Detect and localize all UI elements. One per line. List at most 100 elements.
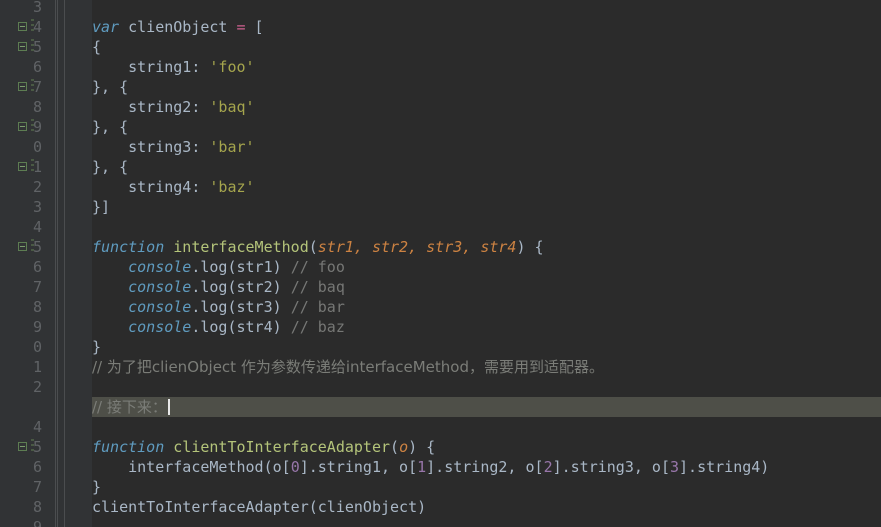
code-comment-chinese-current: // 接下来： [92,397,170,417]
code-text: }, { [92,118,129,136]
token-index-sep-3: ].string3, o[ [552,458,670,476]
editor-line[interactable]: 3 }] [0,197,881,217]
fold-marker-icon[interactable] [18,442,27,451]
token-method-log-call: .log(str1) [191,258,291,276]
editor-line[interactable]: 8 console.log(str3) // bar [0,297,881,317]
line-number: 8 [32,498,42,516]
fold-marker-icon[interactable] [18,162,27,171]
editor-line[interactable]: 1 }, { [0,157,881,177]
editor-line[interactable]: 9 }, { [0,117,881,137]
token-comment: // baq [290,278,345,296]
token-string-bar: 'bar' [209,138,255,156]
token-index-sep-2: ].string2, o[ [426,458,544,476]
line-number: 0 [32,338,42,356]
fold-marker-icon[interactable] [18,122,27,131]
gutter-separator-line-secondary [57,0,58,527]
fold-marker-icon[interactable] [18,22,27,31]
editor-line[interactable]: 2 string4: 'baz' [0,177,881,197]
token-function-name-clientToInterfaceAdapter: clientToInterfaceAdapter [164,438,391,456]
token-method-log-call: .log(str4) [191,318,291,336]
line-number: 6 [32,458,42,476]
code-text: string3: 'bar' [92,137,255,157]
line-number: 6 [32,58,42,76]
line-number: 1 [32,358,42,376]
token-paren-close-brace: ) { [408,438,436,456]
code-text: }, { [92,78,129,96]
code-text: string1: 'foo' [92,57,254,77]
code-text: }] [92,198,111,216]
code-text: string2: 'baq' [92,97,255,117]
token-operator-equals: = [236,18,246,36]
editor-line[interactable]: 0 string3: 'bar' [0,137,881,157]
line-number: 3 [32,198,42,216]
token-parameter-o: o [399,438,409,456]
token-call-interfaceMethod: interfaceMethod(o[ [92,458,291,476]
token-paren-open: ( [390,438,400,456]
code-text: console.log(str2) // baq [92,277,345,297]
editor-line[interactable]: 7 } [0,477,881,497]
editor-line[interactable]: 1 // 为了把clienObject 作为参数传递给interfaceMeth… [0,357,881,377]
code-comment-chinese: // 为了把clienObject 作为参数传递给interfaceMethod… [92,358,604,376]
code-text: console.log(str3) // bar [92,297,345,317]
editor-line[interactable]: 0 } [0,337,881,357]
line-number: 2 [32,178,42,196]
editor-line[interactable]: 9 console.log(str4) // baz [0,317,881,337]
editor-line[interactable]: 2 [0,377,881,397]
gutter-separator-line [55,0,56,527]
editor-line[interactable]: 5 function interfaceMethod(str1, str2, s… [0,237,881,257]
fold-dots-icon [31,79,34,95]
token-property-string3: string3: [92,138,210,156]
code-text: interfaceMethod(o[0].string1, o[1].strin… [92,457,769,477]
code-text: { [92,38,102,56]
token-object-console: console [128,318,192,336]
token-property-string1: string1: [92,58,210,76]
code-text: clientToInterfaceAdapter(clienObject) [92,498,427,516]
editor-line[interactable]: 4 [0,217,881,237]
editor-line[interactable]: 7 }, { [0,77,881,97]
code-text: string4: 'baz' [92,177,254,197]
token-keyword-function: function [92,438,165,456]
code-text: } [92,478,102,496]
token-index-sep-1: ].string1, o[ [299,458,418,476]
editor-line[interactable]: 7 console.log(str2) // baq [0,277,881,297]
code-editor[interactable]: 3 4 var clienObject = [ 5 { 6 string1: '… [0,0,881,527]
editor-line-current[interactable]: 3 // 接下来： [0,397,881,417]
token-paren-open: ( [308,238,318,256]
code-text: var clienObject = [ [92,17,264,37]
token-identifier-clienObject: clienObject [119,18,237,36]
editor-line[interactable]: 5 function clientToInterfaceAdapter(o) { [0,437,881,457]
fold-dots-icon [31,439,34,455]
fold-marker-icon[interactable] [18,242,27,251]
line-number: 0 [32,138,42,156]
editor-line[interactable]: 8 string2: 'baq' [0,97,881,117]
editor-line[interactable]: 9 [0,517,881,527]
editor-line[interactable]: 8 clientToInterfaceAdapter(clienObject) [0,497,881,517]
editor-line[interactable]: 3 [0,0,881,17]
fold-marker-icon[interactable] [18,42,27,51]
token-keyword-function: function [92,238,165,256]
token-number-2: 2 [543,458,553,476]
token-object-console: console [128,298,192,316]
line-number: 3 [32,0,42,16]
fold-marker-icon[interactable] [18,82,27,91]
text-caret [167,399,170,415]
editor-line[interactable]: 5 { [0,37,881,57]
fold-dots-icon [31,19,34,35]
editor-line[interactable]: 4 [0,417,881,437]
code-text: } [92,338,102,356]
fold-rail-edge-line [64,0,65,527]
fold-dots-icon [31,119,34,135]
editor-line[interactable]: 6 string1: 'foo' [0,57,881,77]
editor-line[interactable]: 6 interfaceMethod(o[0].string1, o[1].str… [0,457,881,477]
line-number: 4 [32,218,42,236]
code-text: console.log(str1) // foo [92,257,345,277]
editor-line[interactable]: 4 var clienObject = [ [0,17,881,37]
code-text: console.log(str4) // baz [92,317,345,337]
token-string-baq: 'baq' [209,98,255,116]
code-text: }, { [92,158,129,176]
line-number: 8 [32,98,42,116]
token-number-0: 0 [290,458,300,476]
fold-dots-icon [31,239,34,255]
editor-line[interactable]: 6 console.log(str1) // foo [0,257,881,277]
